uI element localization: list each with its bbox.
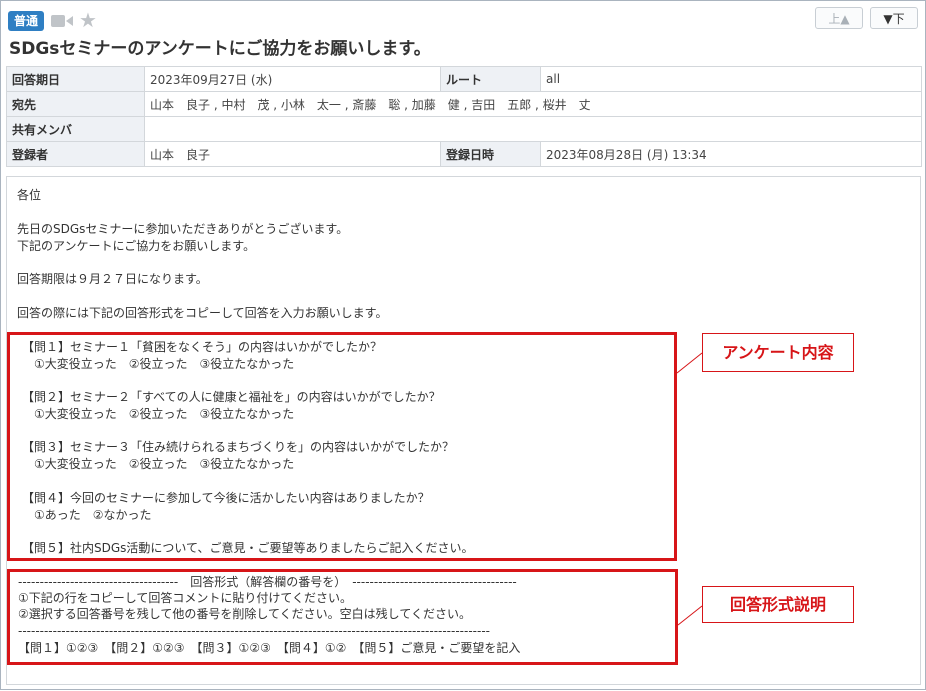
shared-members-label: 共有メンバ	[6, 116, 145, 142]
greeting-text: 各位	[17, 188, 42, 202]
deadline-text: 回答期限は９月２７日になります。	[17, 272, 208, 286]
recipients-value: 山本 良子 , 中村 茂 , 小林 太一 , 斎藤 聡 , 加藤 健 , 吉田 …	[144, 91, 922, 117]
table-row: 共有メンバ	[6, 116, 922, 142]
registered-at-value: 2023年08月28日 (月) 13:34	[540, 141, 922, 167]
priority-badge: 普通	[8, 11, 45, 31]
next-item-button[interactable]: ▼下	[870, 7, 918, 29]
recipients-label: 宛先	[6, 91, 145, 117]
header-bar: 普通 ★ 上▲ ▼下	[1, 1, 925, 37]
page-title: SDGsセミナーのアンケートにご協力をお願いします。	[9, 39, 431, 59]
answer-format-highlight	[7, 569, 678, 665]
route-value: all	[540, 66, 922, 92]
answer-format-callout: 回答形式説明	[702, 586, 854, 623]
registrant-value: 山本 良子	[144, 141, 441, 167]
video-camera-icon[interactable]	[51, 14, 73, 28]
survey-content-callout: アンケート内容	[702, 333, 854, 372]
registrant-label: 登録者	[6, 141, 145, 167]
instruction-text: 回答の際には下記の回答形式をコピーして回答を入力お願いします。	[17, 306, 388, 320]
answer-deadline-label: 回答期日	[6, 66, 145, 92]
answer-deadline-value: 2023年09月27日 (水)	[144, 66, 441, 92]
table-row: 回答期日 2023年09月27日 (水) ルート all	[6, 66, 922, 92]
meta-table: 回答期日 2023年09月27日 (水) ルート all 宛先 山本 良子 , …	[6, 66, 922, 167]
star-icon[interactable]: ★	[79, 10, 97, 30]
route-label: ルート	[440, 66, 541, 92]
survey-content-highlight	[7, 332, 677, 561]
registered-at-label: 登録日時	[440, 141, 541, 167]
shared-members-value	[144, 116, 922, 142]
table-row: 宛先 山本 良子 , 中村 茂 , 小林 太一 , 斎藤 聡 , 加藤 健 , …	[6, 91, 922, 117]
table-row: 登録者 山本 良子 登録日時 2023年08月28日 (月) 13:34	[6, 141, 922, 167]
intro-line-2: 下記のアンケートにご協力をお願いします。	[17, 239, 256, 253]
prev-item-button[interactable]: 上▲	[815, 7, 863, 29]
intro-line-1: 先日のSDGsセミナーに参加いただきありがとうございます。	[17, 222, 349, 236]
